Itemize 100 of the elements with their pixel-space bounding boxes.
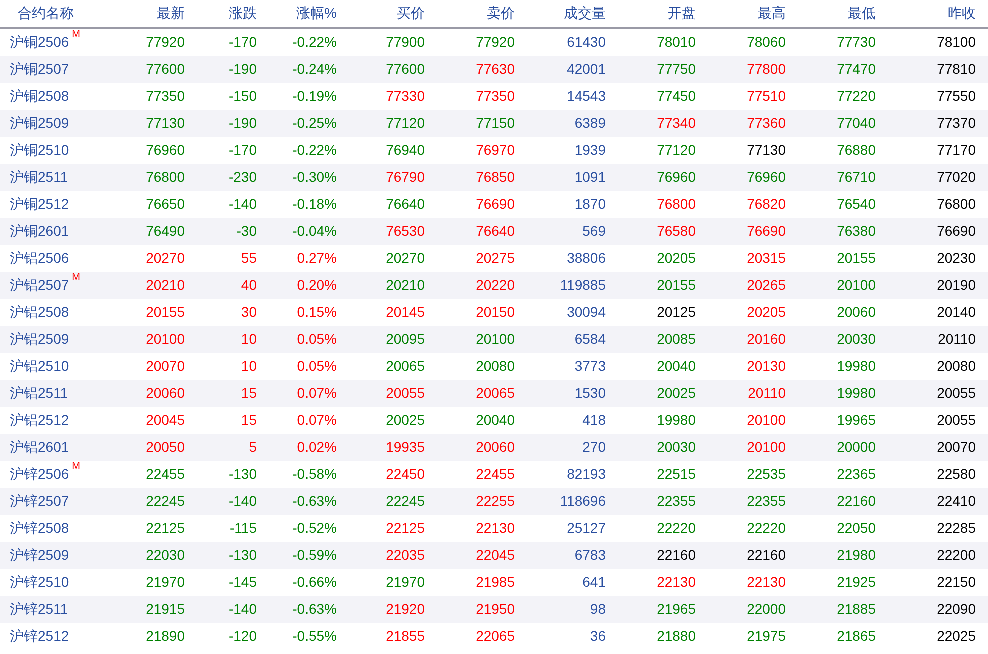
table-cell-text: 22065 — [475, 627, 515, 646]
table-cell-text: -120 — [228, 627, 257, 646]
table-cell-text: 22030 — [145, 546, 185, 565]
table-cell-text: 20080 — [475, 357, 515, 376]
table-cell-text: 10 — [240, 357, 257, 376]
table-cell-text: 77450 — [656, 87, 696, 106]
column-header[interactable]: 涨跌 — [185, 3, 257, 24]
table-cell-text: 20050 — [145, 438, 185, 457]
table-cell-text: 20040 — [656, 357, 696, 376]
table-cell-text: -0.55% — [292, 627, 337, 646]
table-cell-text: 77920 — [475, 33, 515, 52]
column-header[interactable]: 卖价 — [425, 3, 515, 24]
table-cell-text: 22000 — [746, 600, 786, 619]
table-cell-text: 77130 — [145, 114, 185, 133]
table-cell-text: 22125 — [385, 519, 425, 538]
table-cell-text: 76640 — [385, 195, 425, 214]
table-cell-text: 20205 — [656, 249, 696, 268]
table-cell-text: -0.18% — [292, 195, 337, 214]
table-cell-text: 77920 — [145, 33, 185, 52]
column-header[interactable]: 最低 — [786, 3, 876, 24]
volume-cell-text: 569 — [582, 222, 606, 241]
table-cell-text: 0.07% — [296, 411, 337, 430]
table-cell-text: 22090 — [936, 600, 977, 619]
volume-cell-text: 418 — [582, 411, 606, 430]
table-cell-text: 0.05% — [296, 330, 337, 349]
column-header[interactable]: 最高 — [696, 3, 786, 24]
table-cell-text: 20210 — [145, 276, 185, 295]
column-header[interactable]: 最新 — [120, 3, 185, 24]
table-cell-text: 20315 — [746, 249, 786, 268]
table-cell-text: 77040 — [836, 114, 876, 133]
table-cell-text: 10 — [240, 330, 257, 349]
contract-name: 沪铝2510 — [10, 357, 70, 376]
column-header[interactable]: 开盘 — [606, 3, 696, 24]
table-cell-text: -0.04% — [292, 222, 337, 241]
table-cell-text: 20030 — [656, 438, 696, 457]
table-cell-text: -0.24% — [292, 60, 337, 79]
contract-name: 沪锌2506 — [10, 465, 70, 484]
table-cell-text: -0.22% — [292, 33, 337, 52]
table-cell-text: -0.22% — [292, 141, 337, 160]
table-cell-text: 20000 — [836, 438, 876, 457]
table-cell-text: 76540 — [836, 195, 876, 214]
table-cell-text: 40 — [240, 276, 257, 295]
table-cell-text: 0.20% — [296, 276, 337, 295]
table-cell-text: 20155 — [145, 303, 185, 322]
column-header[interactable]: 成交量 — [515, 3, 606, 24]
table-cell-text: 20270 — [385, 249, 425, 268]
table-cell-text: 77360 — [746, 114, 786, 133]
table-cell-text: 20190 — [936, 276, 977, 295]
table-cell-text: 20275 — [475, 249, 515, 268]
table-cell-text: -0.59% — [292, 546, 337, 565]
table-cell-text: 77750 — [656, 60, 696, 79]
table-cell-text: 22255 — [475, 492, 515, 511]
table-cell-text: 22580 — [936, 465, 977, 484]
table-cell-text: 77630 — [475, 60, 515, 79]
table-cell-text: -145 — [228, 573, 257, 592]
volume-cell-text: 30094 — [566, 303, 606, 322]
contract-name: 沪锌2512 — [10, 627, 70, 646]
table-cell-text: 20110 — [747, 384, 786, 403]
volume-cell-text: 98 — [589, 600, 606, 619]
table-cell-text: 76790 — [385, 168, 425, 187]
table-cell-text: 77800 — [746, 60, 786, 79]
table-cell-text: 20095 — [385, 330, 425, 349]
column-header[interactable]: 涨幅% — [257, 3, 337, 24]
table-cell-text: 77600 — [385, 60, 425, 79]
column-header[interactable]: 合约名称 — [0, 3, 120, 24]
table-cell-text: 21880 — [656, 627, 696, 646]
volume-cell-text: 42001 — [566, 60, 606, 79]
contract-name: 沪铝2508 — [10, 303, 70, 322]
contract-name: 沪铜2508 — [10, 87, 70, 106]
table-cell-text: 20125 — [656, 303, 696, 322]
table-cell-text: 77350 — [475, 87, 515, 106]
table-cell-text: 77130 — [746, 141, 786, 160]
table-cell-text: 78100 — [936, 33, 977, 52]
table-cell-text: 20055 — [936, 411, 977, 430]
table-cell-text: -30 — [236, 222, 257, 241]
contract-name: 沪铜2510 — [10, 141, 70, 160]
contract-name: 沪铝2601 — [10, 438, 70, 457]
table-cell-text: -0.30% — [292, 168, 337, 187]
contract-name: 沪铜2509 — [10, 114, 70, 133]
table-cell-text: 5 — [248, 438, 257, 457]
table-cell-text: 22365 — [836, 465, 876, 484]
table-cell-text: 20100 — [746, 438, 786, 457]
contract-name: 沪铝2511 — [10, 384, 68, 403]
table-cell-text: 20100 — [475, 330, 515, 349]
table-cell-text: 21975 — [746, 627, 786, 646]
table-cell-text: -190 — [228, 114, 257, 133]
table-cell-text: 77220 — [836, 87, 876, 106]
column-header[interactable]: 昨收 — [876, 3, 988, 24]
table-cell-text: -140 — [228, 600, 257, 619]
table-cell-text: -140 — [228, 492, 257, 511]
table-cell-text: 30 — [240, 303, 257, 322]
table-cell-text: 20140 — [936, 303, 977, 322]
contract-name: 沪铝2507 — [10, 276, 70, 295]
contract-name: 沪铝2509 — [10, 330, 70, 349]
table-cell-text: 77730 — [836, 33, 876, 52]
table-cell-text: 22160 — [656, 546, 696, 565]
table-cell-text: 19980 — [836, 384, 876, 403]
volume-cell-text: 1530 — [574, 384, 606, 403]
table-cell-text: 21965 — [656, 600, 696, 619]
column-header[interactable]: 买价 — [337, 3, 425, 24]
